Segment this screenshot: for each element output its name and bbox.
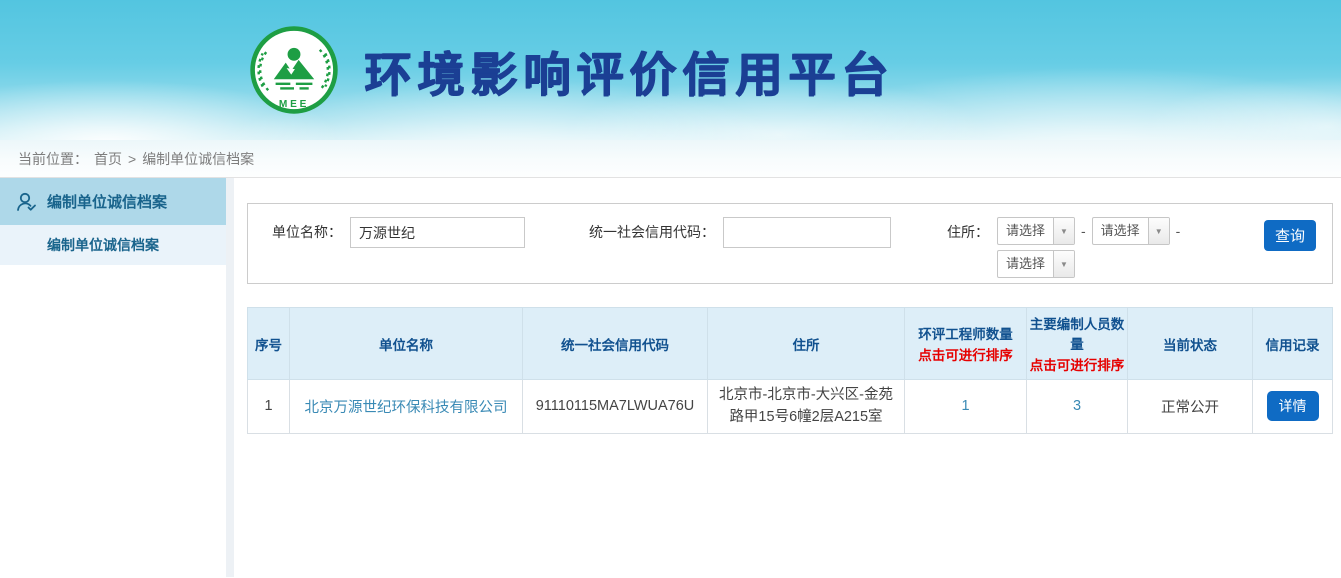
table-row: 1 北京万源世纪环保科技有限公司 91110115MA7LWUA76U 北京市-… <box>248 380 1333 434</box>
address-dash: - <box>1176 217 1181 245</box>
cell-credit-code: 91110115MA7LWUA76U <box>523 380 708 434</box>
cell-seq: 1 <box>248 380 290 434</box>
address-dash: - <box>1081 217 1086 245</box>
unit-name-link[interactable]: 北京万源世纪环保科技有限公司 <box>305 400 508 416</box>
cell-address: 北京市-北京市-大兴区-金苑路甲15号6幢2层A215室 <box>708 380 905 434</box>
page-title: 环境影响评价信用平台 <box>364 36 894 105</box>
mee-logo-icon: MEE <box>248 24 340 116</box>
province-select[interactable]: 请选择 ▼ <box>997 217 1075 245</box>
col-status: 当前状态 <box>1128 308 1253 380</box>
sidebar-subitem-unit-credit-archive[interactable]: 编制单位诚信档案 <box>0 225 226 265</box>
breadcrumb-home-link[interactable]: 首页 <box>94 149 122 169</box>
sidebar-item-unit-credit-archive[interactable]: 编制单位诚信档案 <box>0 178 226 225</box>
breadcrumb: 当前位置： 首页 > 编制单位诚信档案 <box>0 140 1341 178</box>
sidebar-item-label: 编制单位诚信档案 <box>47 191 167 212</box>
col-credit-code: 统一社会信用代码 <box>523 308 708 380</box>
detail-button[interactable]: 详情 <box>1267 391 1319 421</box>
sort-hint: 点击可进行排序 <box>907 344 1024 364</box>
search-panel: 单位名称： 统一社会信用代码： 住所： 请选择 ▼ - 请选择 ▼ - <box>247 203 1333 284</box>
person-check-icon <box>14 190 38 214</box>
credit-code-input[interactable] <box>723 217 891 248</box>
province-select-value: 请选择 <box>998 218 1053 244</box>
sidebar-subitem-label: 编制单位诚信档案 <box>47 235 159 255</box>
query-button[interactable]: 查询 <box>1264 220 1316 251</box>
col-staff-count-sort[interactable]: 主要编制人员数量 点击可进行排序 <box>1027 308 1128 380</box>
table-header-row: 序号 单位名称 统一社会信用代码 住所 环评工程师数量 点击可进行排序 主要编制… <box>248 308 1333 380</box>
unit-name-label: 单位名称： <box>272 217 342 247</box>
city-select[interactable]: 请选择 ▼ <box>1092 217 1170 245</box>
cell-status: 正常公开 <box>1128 380 1253 434</box>
unit-name-input[interactable] <box>350 217 525 248</box>
engineer-count-link[interactable]: 1 <box>961 398 969 414</box>
chevron-down-icon[interactable]: ▼ <box>1148 218 1169 244</box>
site-header: MEE 环境影响评价信用平台 <box>0 0 1341 140</box>
main-content: 单位名称： 统一社会信用代码： 住所： 请选择 ▼ - 请选择 ▼ - <box>234 178 1341 577</box>
col-seq: 序号 <box>248 308 290 380</box>
col-address: 住所 <box>708 308 905 380</box>
sort-hint: 点击可进行排序 <box>1029 354 1125 374</box>
logo-text: MEE <box>279 99 309 110</box>
sidebar: 编制单位诚信档案 编制单位诚信档案 <box>0 178 226 577</box>
chevron-down-icon[interactable]: ▼ <box>1053 218 1074 244</box>
breadcrumb-separator: > <box>128 151 136 167</box>
chevron-down-icon[interactable]: ▼ <box>1053 251 1074 277</box>
results-table: 序号 单位名称 统一社会信用代码 住所 环评工程师数量 点击可进行排序 主要编制… <box>247 307 1333 434</box>
sidebar-main-divider <box>226 178 234 577</box>
district-select[interactable]: 请选择 ▼ <box>997 250 1075 278</box>
city-select-value: 请选择 <box>1093 218 1148 244</box>
col-engineer-count-title: 环评工程师数量 <box>907 323 1024 343</box>
col-unit-name: 单位名称 <box>290 308 523 380</box>
address-selects: 请选择 ▼ - 请选择 ▼ - 请选择 ▼ <box>997 217 1186 283</box>
col-credit-record: 信用记录 <box>1253 308 1333 380</box>
address-label: 住所： <box>947 217 989 247</box>
col-staff-count-title: 主要编制人员数量 <box>1029 313 1125 353</box>
district-select-value: 请选择 <box>998 251 1053 277</box>
staff-count-link[interactable]: 3 <box>1073 398 1081 414</box>
breadcrumb-current: 编制单位诚信档案 <box>142 149 254 169</box>
col-engineer-count-sort[interactable]: 环评工程师数量 点击可进行排序 <box>905 308 1027 380</box>
credit-code-label: 统一社会信用代码： <box>589 217 715 247</box>
breadcrumb-label: 当前位置： <box>18 149 88 169</box>
